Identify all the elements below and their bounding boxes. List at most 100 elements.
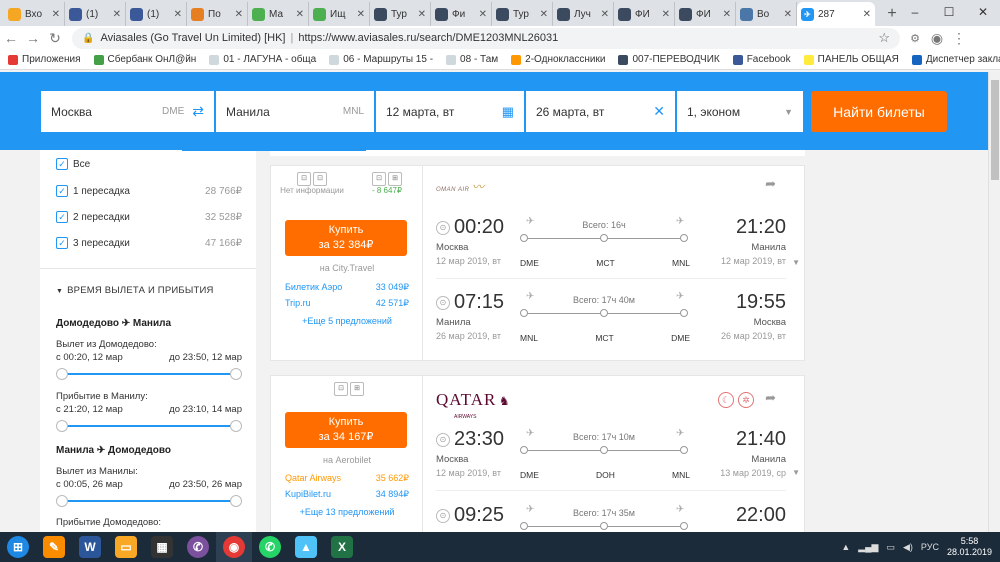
tab[interactable]: Ма ✕: [248, 2, 309, 26]
close-icon[interactable]: ✕: [418, 9, 426, 20]
alt-offer-name[interactable]: Trip.ru: [285, 298, 311, 309]
close-icon[interactable]: ✕: [723, 9, 731, 20]
tab[interactable]: ФИ ✕: [675, 2, 736, 26]
alt-offer[interactable]: Trip.ru 42 571₽: [285, 298, 409, 309]
checkbox-checked-icon[interactable]: ✓: [56, 185, 68, 197]
taskbar-app[interactable]: ▦: [144, 532, 180, 562]
extension-icon[interactable]: ⚙: [904, 27, 926, 49]
more-offers-link[interactable]: +Еще 13 предложений: [271, 507, 423, 517]
reload-icon[interactable]: ↻: [44, 27, 66, 49]
slider-handle[interactable]: [230, 495, 242, 507]
alt-offer-price[interactable]: 33 049₽: [376, 282, 409, 293]
origin-field[interactable]: Москва DME ⇄: [41, 91, 214, 132]
close-icon[interactable]: ✕: [662, 9, 670, 20]
route1-arr-slider[interactable]: [56, 420, 242, 432]
bookmark-item[interactable]: Сбербанк ОнЛ@йн: [93, 54, 196, 65]
tab[interactable]: ФИ ✕: [614, 2, 675, 26]
slider-handle[interactable]: [230, 420, 242, 432]
taskbar-app[interactable]: ✆: [180, 532, 216, 562]
taskbar-app[interactable]: ◉: [216, 532, 252, 562]
stop-filter-1[interactable]: ✓ 1 пересадка 28 766₽: [56, 185, 242, 197]
alt-offer[interactable]: Билетик Аэро 33 049₽: [285, 282, 409, 293]
scrollbar-thumb[interactable]: [991, 80, 999, 180]
clear-date-icon[interactable]: ✕: [653, 103, 665, 120]
destination-field[interactable]: Манила MNL: [216, 91, 374, 132]
close-icon[interactable]: ✕: [113, 9, 121, 20]
slider-handle[interactable]: [56, 420, 68, 432]
alt-offer-name[interactable]: Qatar Airways: [285, 473, 341, 484]
times-section-header[interactable]: ▼ ВРЕМЯ ВЫЛЕТА И ПРИБЫТИЯ: [56, 285, 214, 296]
network-icon[interactable]: ▂▄▆: [858, 542, 878, 553]
clock[interactable]: 5:58 28.01.2019: [947, 536, 992, 558]
taskbar-app[interactable]: ▲: [288, 532, 324, 562]
alt-offer[interactable]: Qatar Airways 35 662₽: [285, 473, 409, 484]
tab[interactable]: Тур ✕: [370, 2, 431, 26]
minimize-icon[interactable]: –: [898, 0, 932, 24]
tray-arrow-icon[interactable]: ▲: [841, 542, 850, 552]
slider-handle[interactable]: [56, 495, 68, 507]
tab[interactable]: Тур ✕: [492, 2, 553, 26]
baggage-option[interactable]: ⊡ ⊞ - 8 647₽: [355, 172, 419, 195]
tab[interactable]: Во ✕: [736, 2, 797, 26]
close-icon[interactable]: ✕: [540, 9, 548, 20]
passengers-field[interactable]: 1, эконом ▼: [677, 91, 803, 132]
checkbox-checked-icon[interactable]: ✓: [56, 158, 68, 170]
search-button[interactable]: Найти билеты: [811, 91, 947, 132]
tab[interactable]: Ищ ✕: [309, 2, 370, 26]
close-icon[interactable]: ✕: [296, 9, 304, 20]
maximize-icon[interactable]: ☐: [932, 0, 966, 24]
alt-offer-name[interactable]: KupiBilet.ru: [285, 489, 331, 500]
bookmark-item[interactable]: 2-Одноклассники: [511, 54, 605, 65]
checkbox-checked-icon[interactable]: ✓: [56, 211, 68, 223]
tab[interactable]: Луч ✕: [553, 2, 614, 26]
tab[interactable]: Фи ✕: [431, 2, 492, 26]
bookmark-item[interactable]: Диспетчер закладок: [911, 54, 1000, 65]
bookmark-item[interactable]: Приложения: [8, 54, 81, 65]
tab[interactable]: (1) ✕: [65, 2, 126, 26]
close-window-icon[interactable]: ✕: [966, 0, 1000, 24]
bookmark-star-icon[interactable]: ☆: [878, 30, 890, 46]
forward-icon[interactable]: →: [22, 27, 44, 49]
account-icon[interactable]: ◉: [926, 27, 948, 49]
bookmark-item[interactable]: 06 - Маршруты 15 -: [329, 54, 433, 65]
taskbar-app[interactable]: ✎: [36, 532, 72, 562]
bookmark-item[interactable]: Facebook: [732, 54, 791, 65]
more-offers-link[interactable]: +Еще 5 предложений: [271, 316, 423, 326]
tab-active[interactable]: ✈ 287 ✕: [797, 2, 875, 26]
bookmark-item[interactable]: 01 - ЛАГУНА - обща: [209, 54, 316, 65]
close-icon[interactable]: ✕: [863, 9, 871, 20]
checkbox-checked-icon[interactable]: ✓: [56, 237, 68, 249]
bookmark-item[interactable]: 08 - Там: [446, 54, 498, 65]
tab[interactable]: По ✕: [187, 2, 248, 26]
stop-filter-all[interactable]: ✓ Все: [56, 158, 242, 170]
close-icon[interactable]: ✕: [479, 9, 487, 20]
back-icon[interactable]: ←: [0, 27, 22, 49]
share-icon[interactable]: ➦: [765, 176, 776, 192]
expand-icon[interactable]: ▼: [792, 468, 800, 477]
return-date-field[interactable]: 26 марта, вт ✕: [526, 91, 675, 132]
keyboard-language[interactable]: РУС: [921, 542, 939, 552]
close-icon[interactable]: ✕: [174, 9, 182, 20]
tab[interactable]: (1) ✕: [126, 2, 187, 26]
alt-offer-price[interactable]: 35 662₽: [376, 473, 409, 484]
slider-handle[interactable]: [230, 368, 242, 380]
bookmark-item[interactable]: 007-ПЕРЕВОДЧИК: [618, 54, 720, 65]
route1-dep-slider[interactable]: [56, 368, 242, 380]
menu-icon[interactable]: ⋮: [948, 27, 970, 49]
buy-button[interactable]: Купить за 34 167₽: [285, 412, 407, 448]
calendar-icon[interactable]: ▦: [502, 104, 514, 120]
battery-icon[interactable]: ▭: [886, 542, 895, 553]
route2-dep-slider[interactable]: [56, 495, 242, 507]
start-button[interactable]: ⊞: [0, 532, 36, 562]
expand-icon[interactable]: ▼: [792, 258, 800, 267]
close-icon[interactable]: ✕: [357, 9, 365, 20]
address-bar[interactable]: 🔒 Aviasales (Go Travel Un Limited) [HK] …: [72, 27, 900, 49]
bookmark-item[interactable]: ПАНЕЛЬ ОБЩАЯ: [803, 54, 899, 65]
alt-offer[interactable]: KupiBilet.ru 34 894₽: [285, 489, 409, 500]
page-scrollbar[interactable]: [988, 72, 1000, 532]
taskbar-app[interactable]: W: [72, 532, 108, 562]
stop-filter-3[interactable]: ✓ 3 пересадки 47 166₽: [56, 237, 242, 249]
slider-handle[interactable]: [56, 368, 68, 380]
buy-button[interactable]: Купить за 32 384₽: [285, 220, 407, 256]
close-icon[interactable]: ✕: [784, 9, 792, 20]
